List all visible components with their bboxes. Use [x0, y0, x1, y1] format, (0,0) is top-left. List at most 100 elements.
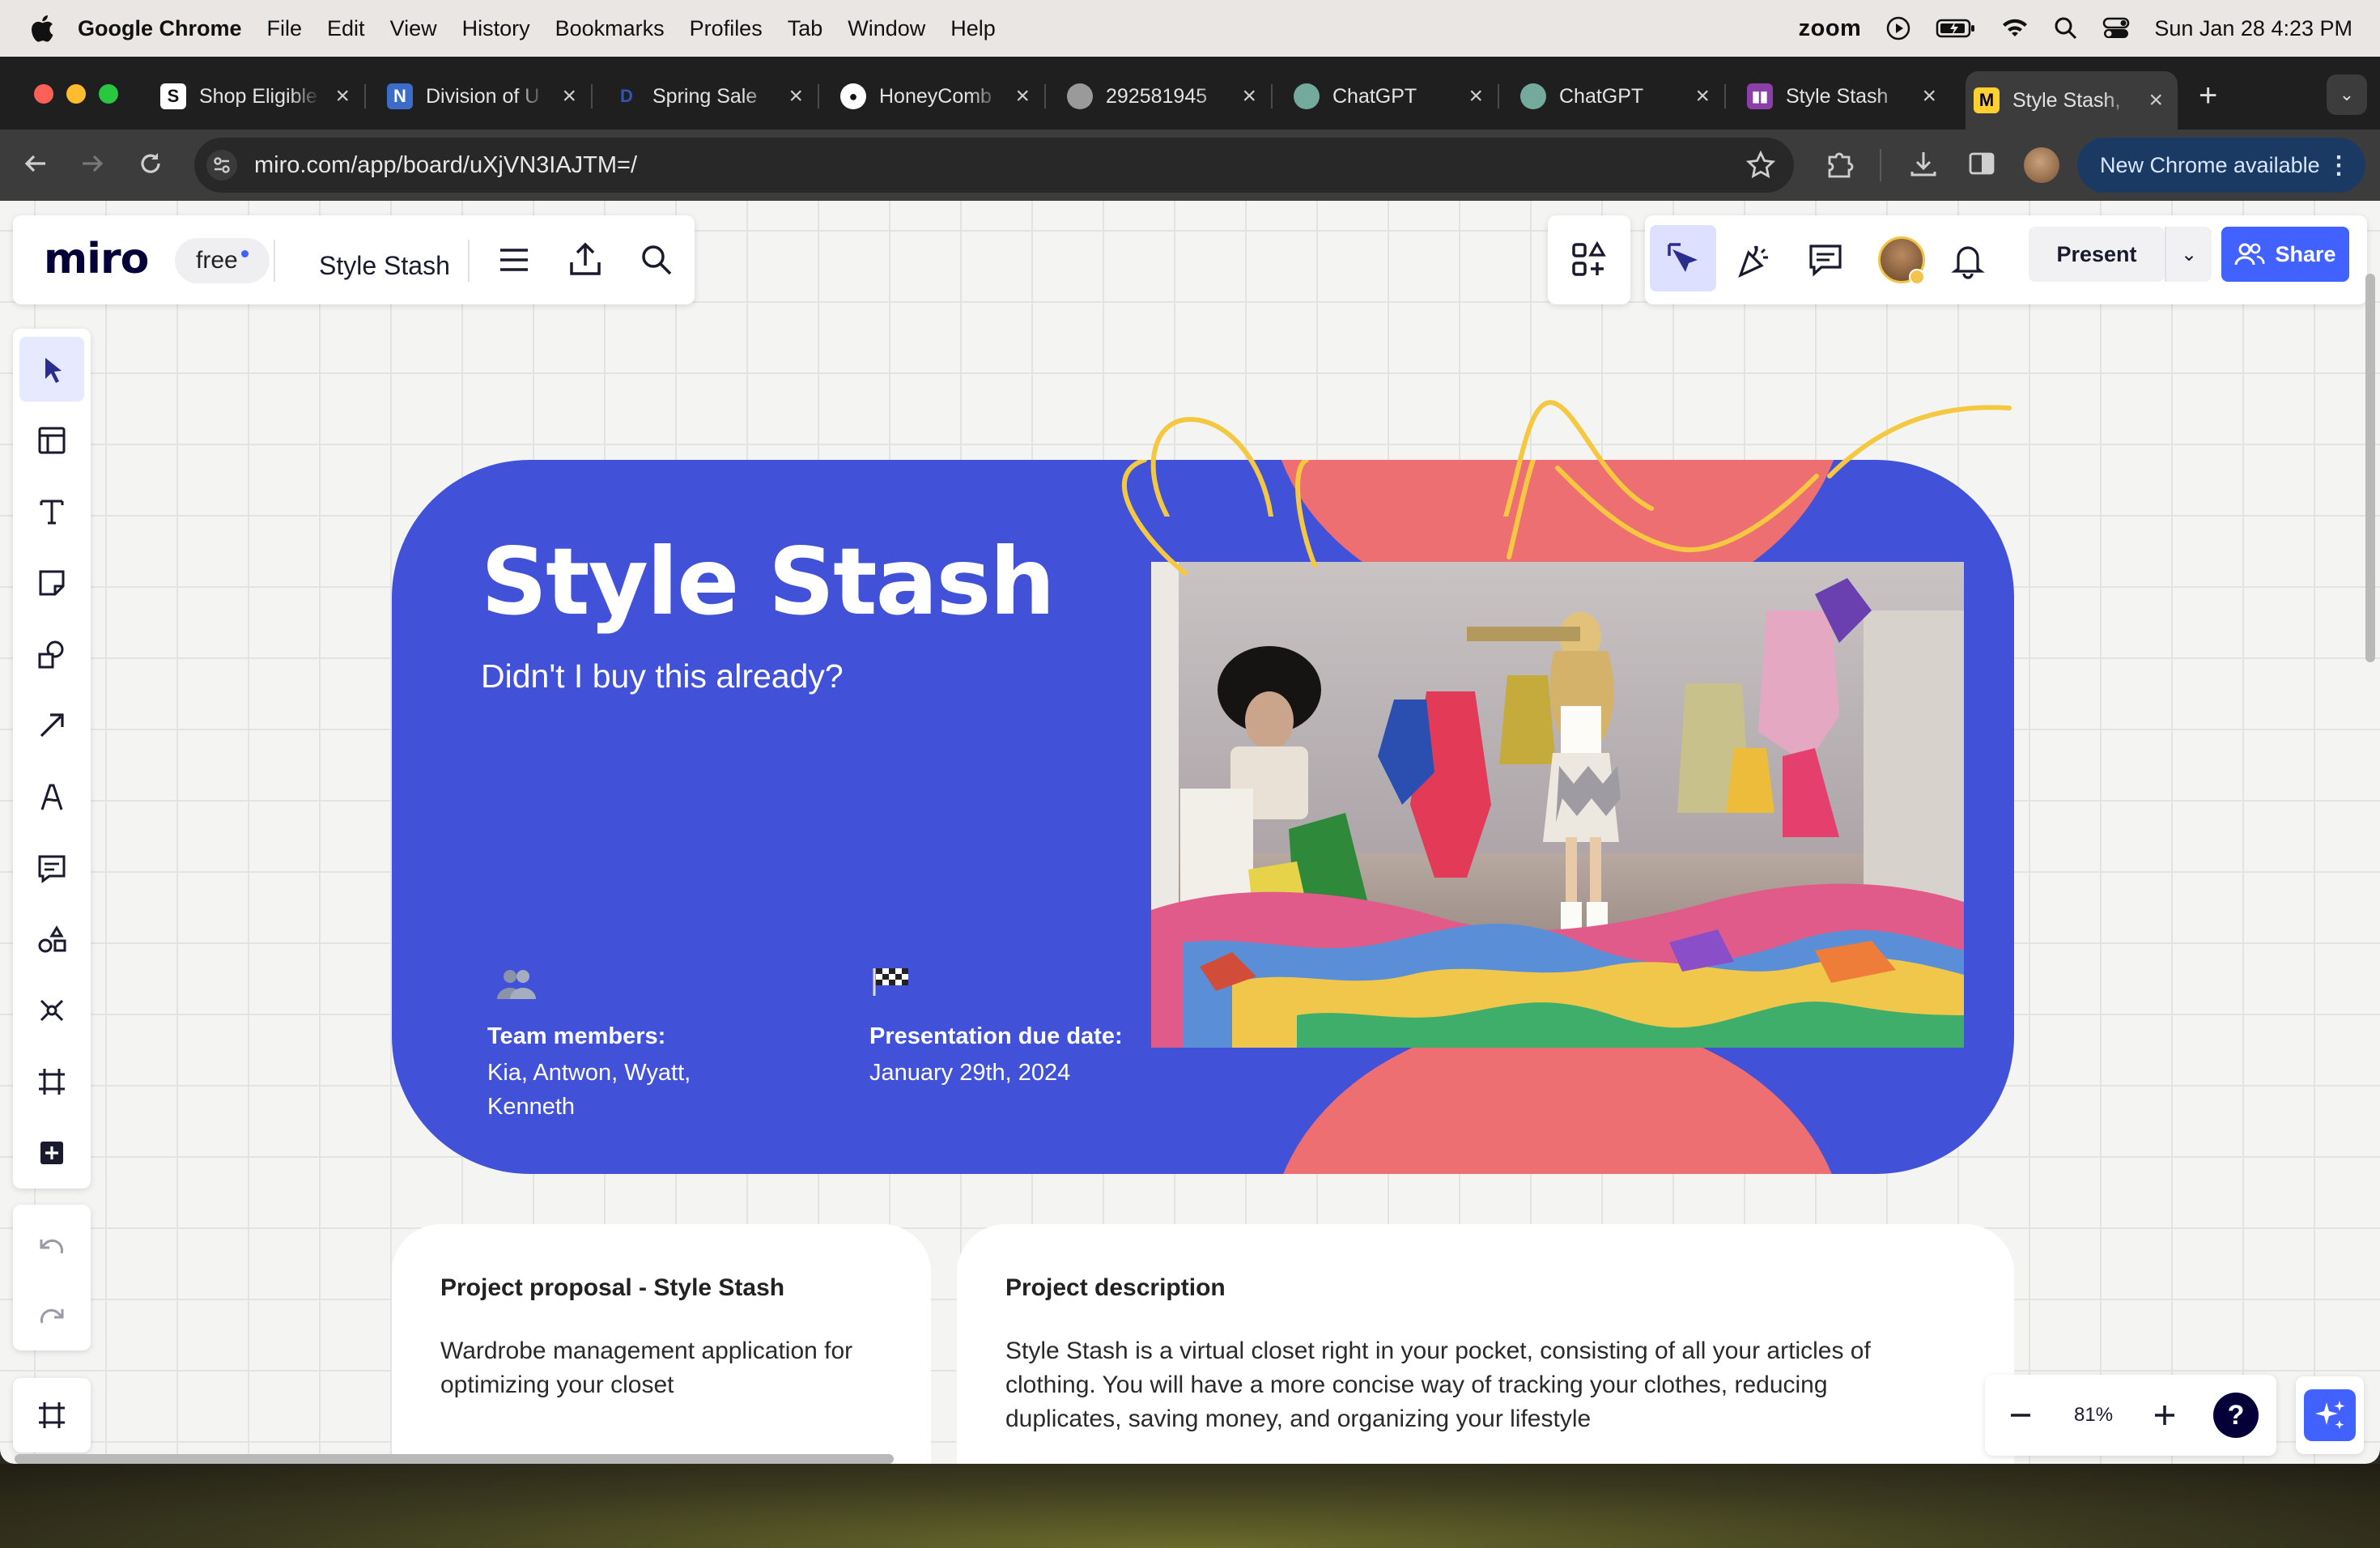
reload-icon[interactable]: [136, 149, 165, 178]
new-chrome-available-button[interactable]: New Chrome available ⋮: [2077, 138, 2365, 193]
horizontal-scrollbar[interactable]: [15, 1454, 894, 1464]
menu-window[interactable]: Window: [848, 16, 925, 41]
close-tab-icon[interactable]: ×: [2148, 87, 2163, 114]
diagramming-tool[interactable]: [19, 907, 84, 972]
mind-map-icon: [40, 999, 64, 1022]
plan-badge[interactable]: free: [175, 238, 270, 283]
search-icon[interactable]: [635, 238, 678, 282]
browser-tab[interactable]: S Shop Eligible ×: [152, 71, 366, 121]
frame-tool[interactable]: [19, 1049, 84, 1114]
zoom-out-icon[interactable]: [2003, 1397, 2038, 1433]
present-options-dropdown[interactable]: ⌄: [2165, 227, 2212, 282]
comments-icon[interactable]: [1804, 238, 1847, 282]
connection-line-tool[interactable]: [19, 693, 84, 758]
close-tab-icon[interactable]: ×: [1242, 83, 1256, 110]
menu-file[interactable]: File: [267, 16, 303, 41]
control-center-icon[interactable]: [2102, 16, 2130, 40]
minimize-window-button[interactable]: [66, 84, 86, 104]
miro-logo[interactable]: miro: [44, 235, 149, 283]
browser-tab[interactable]: ChatGPT ×: [1512, 71, 1726, 121]
side-panel-icon[interactable]: [1966, 147, 1998, 180]
zoom-in-icon[interactable]: [2147, 1397, 2182, 1433]
menu-help[interactable]: Help: [950, 16, 996, 41]
download-icon[interactable]: [1907, 147, 1940, 180]
browser-tab[interactable]: ChatGPT ×: [1286, 71, 1499, 121]
battery-icon[interactable]: [1936, 17, 1976, 40]
browser-tab[interactable]: ▮▮ Style Stash ×: [1739, 71, 1951, 121]
address-bar[interactable]: miro.com/app/board/uXjVN3IAJTM=/: [194, 138, 1794, 193]
menu-history[interactable]: History: [462, 16, 530, 41]
wifi-icon[interactable]: [2000, 17, 2029, 40]
pen-tool[interactable]: [19, 764, 84, 829]
tab-search-button[interactable]: ⌄: [2327, 74, 2367, 115]
bookmark-star-icon[interactable]: [1745, 150, 1776, 181]
vertical-scrollbar[interactable]: [2365, 274, 2375, 662]
miro-favicon-icon: M: [1974, 87, 2000, 113]
title-frame[interactable]: Style Stash Didn't I buy this already? T…: [392, 460, 2014, 1174]
add-apps-icon[interactable]: [1567, 238, 1611, 282]
frames-panel-button[interactable]: [13, 1378, 91, 1452]
present-button[interactable]: Present: [2029, 227, 2165, 282]
undo-icon[interactable]: [34, 1229, 70, 1265]
browser-tab[interactable]: D Spring Sale ×: [606, 71, 819, 121]
miro-board-canvas[interactable]: miro free Style Stash Present ⌄ Share St…: [0, 201, 2380, 1464]
back-arrow-icon[interactable]: [21, 149, 50, 178]
notifications-bell-icon[interactable]: [1946, 238, 1990, 282]
follow-mode-button[interactable]: [1650, 225, 1716, 291]
menu-app-name[interactable]: Google Chrome: [78, 16, 242, 41]
close-tab-icon[interactable]: ×: [1015, 83, 1030, 110]
browser-tab-active[interactable]: M Style Stash, ×: [1966, 71, 2178, 130]
site-settings-icon[interactable]: [206, 149, 238, 181]
export-upload-icon[interactable]: [563, 238, 607, 282]
menu-edit[interactable]: Edit: [327, 16, 365, 41]
select-tool[interactable]: [19, 337, 84, 402]
templates-tool[interactable]: [19, 408, 84, 473]
close-tab-icon[interactable]: ×: [1695, 83, 1710, 110]
maximize-window-button[interactable]: [99, 84, 118, 104]
zoom-status-item[interactable]: zoom: [1799, 15, 1862, 42]
menu-clock[interactable]: Sun Jan 28 4:23 PM: [2154, 16, 2352, 41]
menu-bookmarks[interactable]: Bookmarks: [555, 16, 665, 41]
yellow-scribble-decoration: [1121, 460, 1819, 576]
close-tab-icon[interactable]: ×: [788, 83, 803, 110]
close-tab-icon[interactable]: ×: [562, 83, 576, 110]
text-tool[interactable]: [19, 479, 84, 544]
more-tools-button[interactable]: [19, 1121, 84, 1185]
share-label: Share: [2275, 241, 2336, 266]
reactions-party-icon[interactable]: [1732, 238, 1776, 282]
close-tab-icon[interactable]: ×: [335, 83, 350, 110]
menu-tab[interactable]: Tab: [788, 16, 823, 41]
apple-icon[interactable]: [28, 13, 55, 44]
sticky-note-tool[interactable]: [19, 551, 84, 615]
project-description-card[interactable]: Project description Style Stash is a vir…: [957, 1224, 2014, 1464]
browser-tab[interactable]: N Division of U ×: [379, 71, 593, 121]
sticky-note-icon: [39, 570, 65, 596]
project-proposal-card[interactable]: Project proposal - Style Stash Wardrobe …: [392, 1224, 931, 1464]
browser-tab[interactable]: 292581945 ×: [1059, 71, 1273, 121]
menu-profiles[interactable]: Profiles: [690, 16, 763, 41]
play-icon[interactable]: [1885, 15, 1911, 41]
close-tab-icon[interactable]: ×: [1468, 83, 1483, 110]
more-menu-icon[interactable]: ⋮: [2327, 151, 2351, 180]
close-window-button[interactable]: [34, 84, 53, 104]
close-tab-icon[interactable]: ×: [1922, 83, 1936, 110]
menu-view[interactable]: View: [390, 16, 437, 41]
mind-map-tool[interactable]: [19, 978, 84, 1043]
redo-icon[interactable]: [34, 1299, 70, 1334]
shapes-tool[interactable]: [19, 622, 84, 687]
extensions-puzzle-icon[interactable]: [1823, 147, 1855, 180]
comment-tool[interactable]: [19, 836, 84, 900]
forward-arrow-icon[interactable]: [78, 149, 107, 178]
browser-tab[interactable]: ● HoneyComb ×: [832, 71, 1046, 121]
hamburger-menu-icon[interactable]: [492, 238, 536, 282]
share-button[interactable]: Share: [2221, 227, 2349, 282]
zoom-level[interactable]: 81%: [2074, 1404, 2113, 1427]
new-tab-button[interactable]: +: [2199, 78, 2217, 114]
spotlight-search-icon[interactable]: [2054, 16, 2078, 40]
board-name[interactable]: Style Stash: [319, 251, 450, 281]
help-button[interactable]: ?: [2213, 1393, 2259, 1438]
history-panel: [13, 1205, 91, 1350]
profile-avatar[interactable]: [2024, 147, 2059, 183]
ai-assist-button[interactable]: [2304, 1389, 2356, 1441]
zoom-controls-panel: 81% ?: [1985, 1375, 2276, 1456]
